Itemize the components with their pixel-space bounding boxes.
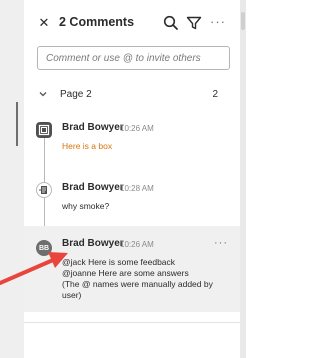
comment-line: @jack Here is some feedback: [62, 257, 176, 267]
panel-title: 2 Comments: [59, 15, 135, 29]
comment-time: 10:26 AM: [120, 240, 154, 249]
comment-item[interactable]: Brad Bowyer 10:26 AM Here is a box: [24, 110, 240, 156]
chevron-down-icon[interactable]: [38, 89, 48, 99]
more-options-icon[interactable]: ···: [214, 237, 228, 249]
comment-input[interactable]: [37, 46, 230, 70]
comment-time: 10:26 AM: [120, 124, 154, 133]
gutter-scroll-indicator[interactable]: [16, 102, 18, 146]
avatar: BB: [36, 240, 52, 256]
comment-line: @joanne Here are some answers: [62, 268, 189, 278]
comment-line: (The @ names were manually added by user…: [62, 279, 213, 300]
more-options-icon[interactable]: ···: [210, 13, 228, 31]
divider: [24, 322, 240, 323]
comment-text: why smoke?: [62, 201, 110, 211]
note-annotation-icon: [36, 182, 52, 198]
scrollbar-thumb[interactable]: [241, 12, 245, 30]
comments-panel: ✕ 2 Comments ··· Page 2 2 Brad Bowyer 10…: [24, 0, 240, 358]
panel-header: ✕ 2 Comments ···: [24, 0, 240, 44]
comment-author: Brad Bowyer: [62, 238, 124, 249]
close-icon[interactable]: ✕: [37, 16, 51, 30]
comment-author: Brad Bowyer: [62, 182, 124, 193]
filter-icon[interactable]: [185, 14, 203, 32]
comment-text: @jack Here is some feedback @joanne Here…: [62, 257, 234, 301]
comment-author: Brad Bowyer: [62, 122, 124, 133]
search-icon[interactable]: [162, 14, 180, 32]
comment-item-selected[interactable]: BB Brad Bowyer 10:26 AM ··· @jack Here i…: [24, 226, 240, 312]
left-gutter: [0, 0, 24, 358]
page-group-count: 2: [212, 89, 218, 100]
box-annotation-icon: [36, 122, 52, 138]
page-group-header[interactable]: Page 2 2: [24, 86, 240, 106]
comment-item[interactable]: Brad Bowyer 10:28 AM why smoke?: [24, 170, 240, 216]
scrollbar[interactable]: [240, 0, 246, 358]
comment-text: Here is a box: [62, 141, 113, 151]
page-group-label: Page 2: [60, 89, 92, 100]
comment-time: 10:28 AM: [120, 184, 154, 193]
